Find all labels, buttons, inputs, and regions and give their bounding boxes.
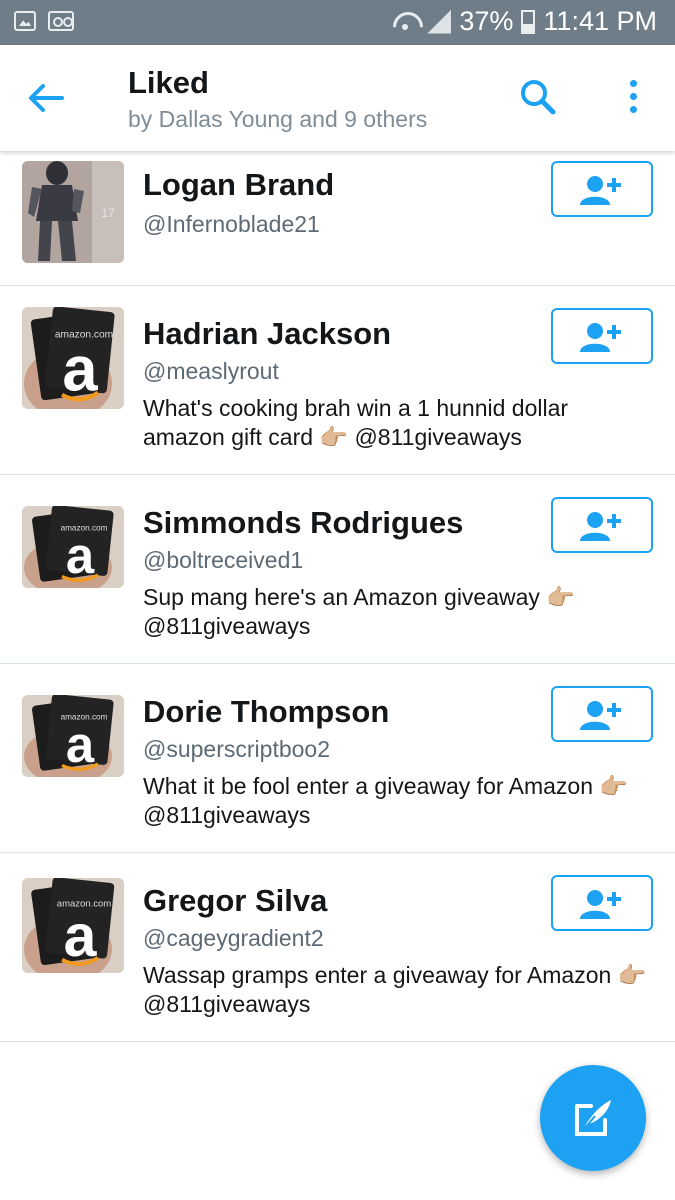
avatar[interactable]: amazon.com a [22, 307, 124, 409]
status-bar: 37% 11:41 PM [0, 0, 675, 45]
gallery-icon [14, 11, 36, 31]
voicemail-icon [48, 11, 74, 31]
user-bio: What it be fool enter a giveaway for Ama… [143, 773, 629, 828]
wifi-icon [391, 10, 419, 34]
follow-user-icon [580, 176, 621, 205]
follow-user-icon [580, 701, 621, 730]
avatar[interactable]: 17 [22, 161, 124, 263]
follow-button[interactable] [551, 308, 653, 364]
user-row[interactable]: 17 Logan Brand @Infernoblade21 [0, 151, 675, 286]
user-handle: @measlyrout [143, 358, 279, 384]
user-bio: Wassap gramps enter a giveaway for Amazo… [143, 962, 647, 1017]
page-subtitle: by Dallas Young and 9 others [128, 106, 428, 132]
clock: 11:41 PM [543, 6, 657, 36]
follow-button[interactable] [551, 497, 653, 553]
compose-tweet-icon [575, 1100, 611, 1136]
user-row[interactable]: amazon.com a Dorie Thompson @superscriptb… [0, 664, 675, 853]
search-icon[interactable] [518, 77, 558, 117]
liked-by-list: 17 Logan Brand @Infernoblade21 amazon.com… [0, 151, 675, 1042]
follow-button[interactable] [551, 875, 653, 931]
user-name[interactable]: Gregor Silva [143, 883, 327, 919]
user-handle: @Infernoblade21 [143, 211, 320, 237]
follow-button[interactable] [551, 161, 653, 217]
back-arrow-icon[interactable] [26, 81, 66, 115]
battery-percent: 37% [459, 6, 514, 36]
user-handle: @superscriptboo2 [143, 736, 330, 762]
user-bio: What's cooking brah win a 1 hunnid dolla… [143, 395, 569, 450]
user-name[interactable]: Logan Brand [143, 167, 334, 203]
follow-user-icon [580, 512, 621, 541]
follow-user-icon [580, 890, 621, 919]
app-header: Liked by Dallas Young and 9 others [0, 45, 675, 151]
user-handle: @cageygradient2 [143, 925, 324, 951]
user-row[interactable]: amazon.com a Hadrian Jackson @measlyrout W… [0, 286, 675, 475]
svg-text:a: a [66, 527, 95, 584]
avatar[interactable]: amazon.com a [22, 878, 124, 973]
compose-tweet-button[interactable] [540, 1065, 646, 1171]
follow-button[interactable] [551, 686, 653, 742]
user-name[interactable]: Hadrian Jackson [143, 316, 391, 352]
user-bio: Sup mang here's an Amazon giveaway 👉🏼 @8… [143, 584, 575, 639]
page-title: Liked [128, 65, 209, 100]
user-handle: @boltreceived1 [143, 547, 304, 573]
battery-icon [521, 9, 536, 34]
svg-text:a: a [66, 716, 95, 773]
user-row[interactable]: amazon.com a Gregor Silva @cageygradient2… [0, 853, 675, 1042]
avatar[interactable]: amazon.com a [22, 695, 124, 777]
follow-user-icon [580, 323, 621, 352]
more-vertical-icon[interactable] [620, 77, 648, 117]
signal-icon [427, 9, 452, 34]
user-row[interactable]: amazon.com a Simmonds Rodrigues @boltrece… [0, 475, 675, 664]
user-name[interactable]: Dorie Thompson [143, 694, 389, 730]
svg-text:17: 17 [101, 206, 115, 220]
user-name[interactable]: Simmonds Rodrigues [143, 505, 463, 541]
avatar[interactable]: amazon.com a [22, 506, 124, 588]
